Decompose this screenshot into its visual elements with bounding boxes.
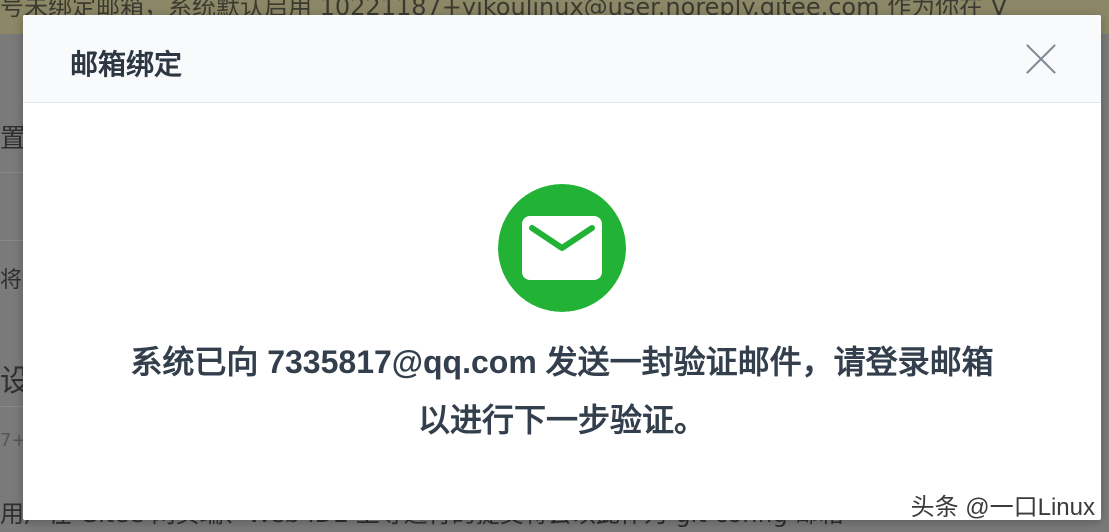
- message-line-1: 系统已向 7335817@qq.com 发送一封验证邮件，请登录邮箱: [130, 344, 994, 380]
- verification-message: 系统已向 7335817@qq.com 发送一封验证邮件，请登录邮箱 以进行下一…: [23, 333, 1101, 449]
- bg-text-fragment: 将: [0, 268, 23, 293]
- close-icon[interactable]: [1019, 39, 1059, 79]
- watermark: 头条 @一口Linux: [910, 494, 1095, 521]
- mail-icon: [498, 184, 626, 312]
- dialog-header: 邮箱绑定: [23, 15, 1101, 103]
- message-line-2: 以进行下一步验证。: [417, 402, 706, 438]
- email-binding-dialog: 邮箱绑定 系统已向 7335817@qq.com 发送一封验证邮件，请登录邮箱 …: [23, 15, 1101, 520]
- dialog-title: 邮箱绑定: [70, 49, 183, 80]
